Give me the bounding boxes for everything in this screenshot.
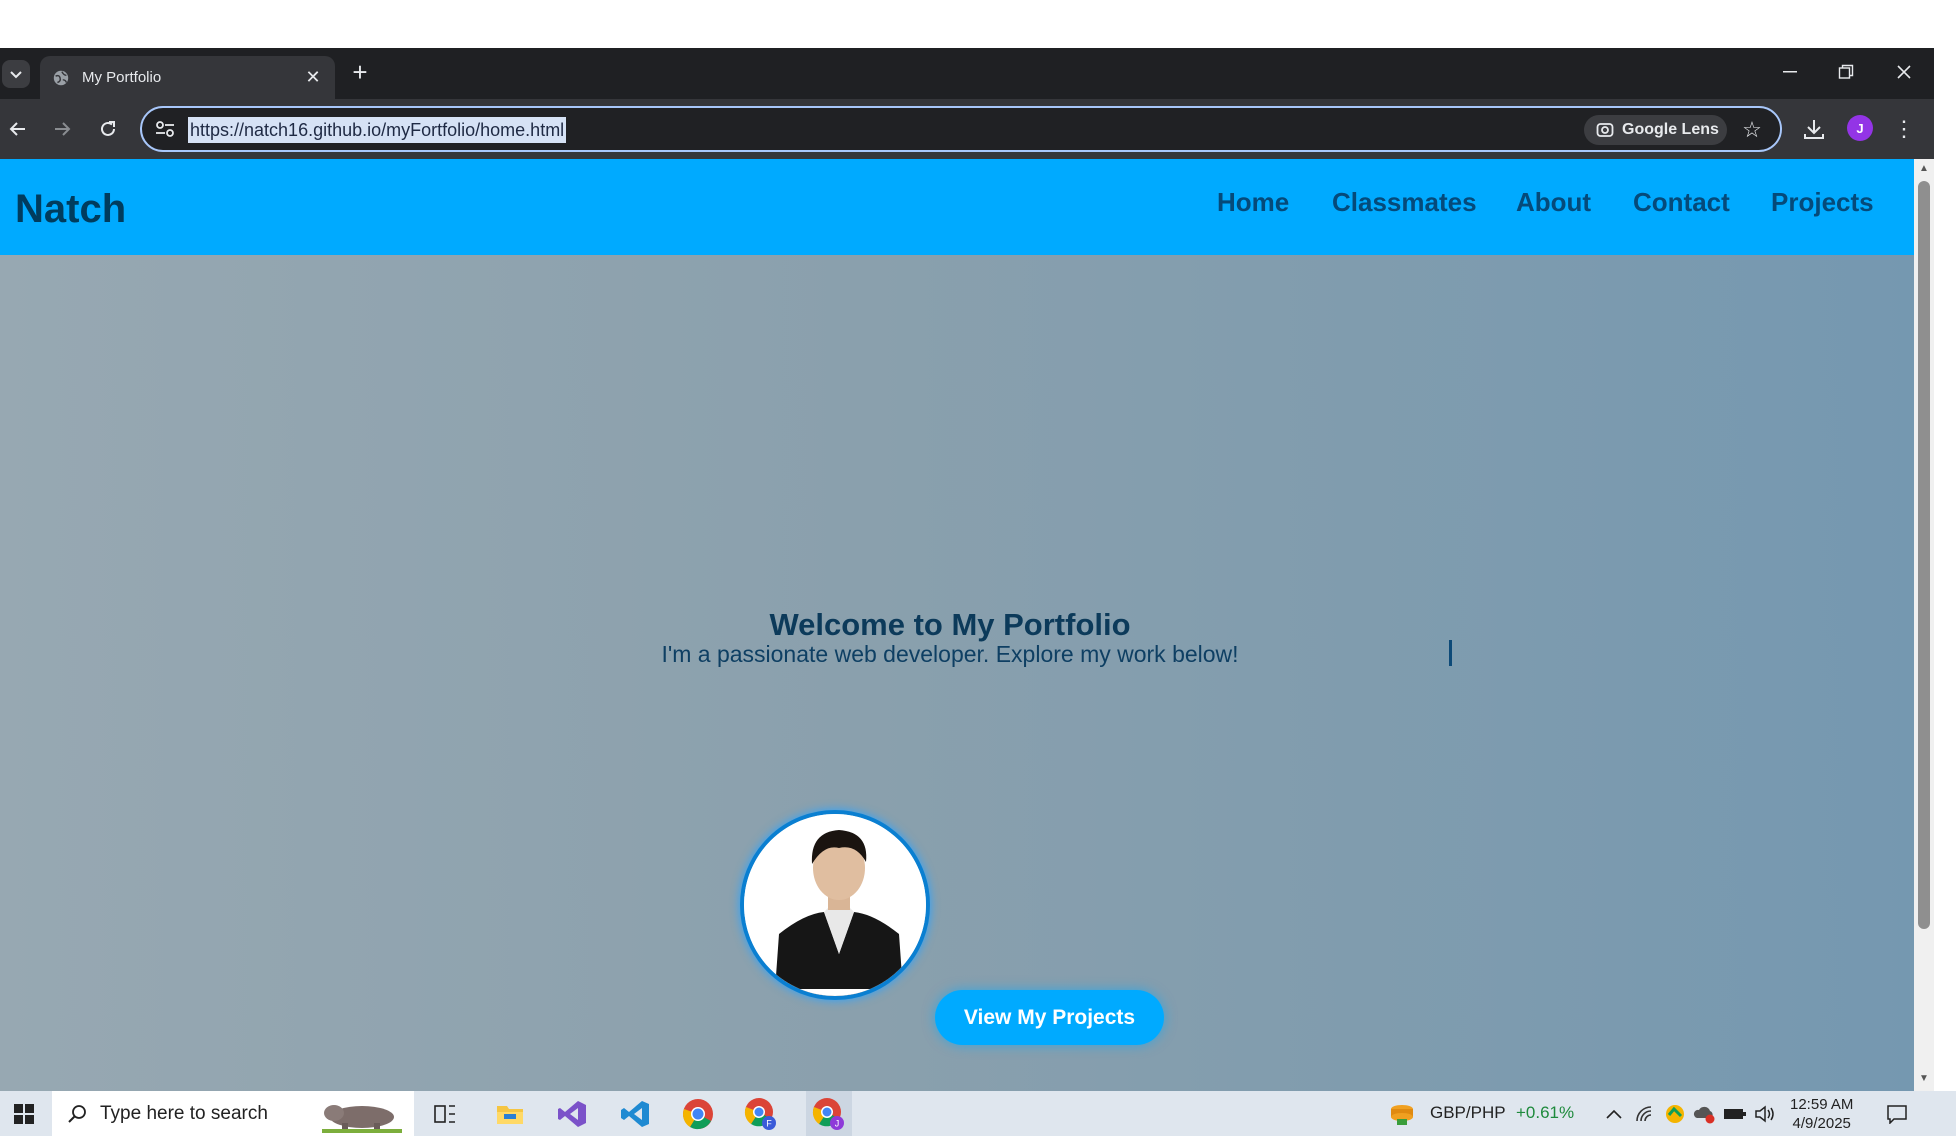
address-bar[interactable]: https://natch16.github.io/myFortfolio/ho… (140, 106, 1782, 152)
back-button[interactable] (2, 113, 34, 145)
download-icon[interactable] (1798, 113, 1830, 145)
minimize-button[interactable] (1762, 54, 1818, 90)
clock-time: 12:59 AM (1790, 1096, 1854, 1113)
tab-strip: My Portfolio ✕ + (0, 48, 1934, 99)
profile-photo (740, 810, 930, 1000)
nav-classmates-link[interactable]: Classmates (1332, 187, 1477, 218)
ticker-change: +0.61% (1516, 1103, 1575, 1122)
security-status-icon[interactable] (1658, 1097, 1692, 1131)
browser-window: My Portfolio ✕ + https://natch16.github.… (0, 48, 1934, 1091)
camera-search-icon (1596, 123, 1614, 137)
chrome-profile-f-icon[interactable]: F (744, 1097, 778, 1131)
screen-top-margin (0, 0, 1956, 48)
coins-icon[interactable] (1385, 1097, 1419, 1131)
hero-subtitle: I'm a passionate web developer. Explore … (661, 641, 1239, 667)
forward-button[interactable] (46, 113, 78, 145)
site-info-icon[interactable] (154, 118, 176, 140)
tab-title: My Portfolio (82, 69, 162, 86)
url-text[interactable]: https://natch16.github.io/myFortfolio/ho… (188, 117, 567, 143)
browser-menu-icon[interactable]: ⋮ (1890, 113, 1918, 145)
scroll-up-arrow-icon[interactable]: ▲ (1918, 163, 1930, 175)
battery-icon[interactable] (1718, 1097, 1752, 1131)
search-placeholder: Type here to search (100, 1102, 268, 1124)
svg-text:F: F (766, 1119, 772, 1129)
tab-search-chevron-icon[interactable] (2, 60, 30, 88)
google-lens-button[interactable]: Google Lens (1584, 115, 1727, 145)
site-brand[interactable]: Natch (15, 187, 126, 232)
vscode-icon[interactable] (618, 1097, 652, 1131)
notification-center-icon[interactable] (1880, 1097, 1914, 1131)
view-projects-button[interactable]: View My Projects (935, 990, 1164, 1045)
windows-start-icon[interactable] (0, 1091, 48, 1136)
site-header: Natch Home Classmates About Contact Proj… (0, 159, 1914, 255)
visual-studio-icon[interactable] (555, 1097, 589, 1131)
restore-button[interactable] (1818, 54, 1874, 90)
chevron-up-icon[interactable] (1597, 1097, 1631, 1131)
windows-taskbar: Type here to search F J GBP/PHP +0.61% 1… (0, 1091, 1956, 1136)
task-view-icon[interactable] (428, 1097, 462, 1131)
search-icon (68, 1104, 86, 1123)
file-explorer-icon[interactable] (493, 1097, 527, 1131)
page-scrollbar[interactable]: ▲ ▼ (1914, 159, 1934, 1091)
scroll-down-arrow-icon[interactable]: ▼ (1918, 1073, 1930, 1085)
reload-button[interactable] (92, 113, 124, 145)
nav-about-link[interactable]: About (1516, 187, 1591, 218)
ticker-symbol: GBP/PHP (1430, 1103, 1506, 1122)
close-window-button[interactable] (1876, 54, 1932, 90)
chrome-profile-j-icon[interactable]: J (806, 1091, 852, 1136)
system-clock[interactable]: 12:59 AM 4/9/2025 (1790, 1095, 1853, 1133)
google-lens-label: Google Lens (1622, 121, 1719, 138)
text-cursor (1449, 640, 1452, 666)
browser-toolbar: https://natch16.github.io/myFortfolio/ho… (0, 99, 1934, 159)
taskbar-search-box[interactable]: Type here to search (52, 1091, 414, 1136)
nav-projects-link[interactable]: Projects (1771, 187, 1874, 218)
scrollbar-thumb[interactable] (1918, 181, 1930, 929)
page-viewport: Natch Home Classmates About Contact Proj… (0, 159, 1914, 1091)
chrome-icon[interactable] (681, 1097, 715, 1131)
hippo-illustration-icon (322, 1105, 402, 1133)
globe-icon (53, 70, 69, 85)
profile-avatar[interactable]: J (1847, 115, 1873, 141)
hero-title: Welcome to My Portfolio (769, 607, 1131, 642)
nav-contact-link[interactable]: Contact (1633, 187, 1730, 218)
new-tab-button[interactable]: + (345, 58, 375, 88)
onedrive-error-icon[interactable] (1688, 1097, 1722, 1131)
bookmark-star-icon[interactable]: ☆ (1739, 117, 1765, 143)
clock-date: 4/9/2025 (1792, 1115, 1851, 1132)
tab-close-icon[interactable]: ✕ (299, 67, 327, 88)
volume-icon[interactable] (1748, 1097, 1782, 1131)
network-icon[interactable] (1628, 1097, 1662, 1131)
tab-my-portfolio[interactable]: My Portfolio ✕ (40, 56, 335, 99)
nav-home-link[interactable]: Home (1217, 187, 1289, 218)
